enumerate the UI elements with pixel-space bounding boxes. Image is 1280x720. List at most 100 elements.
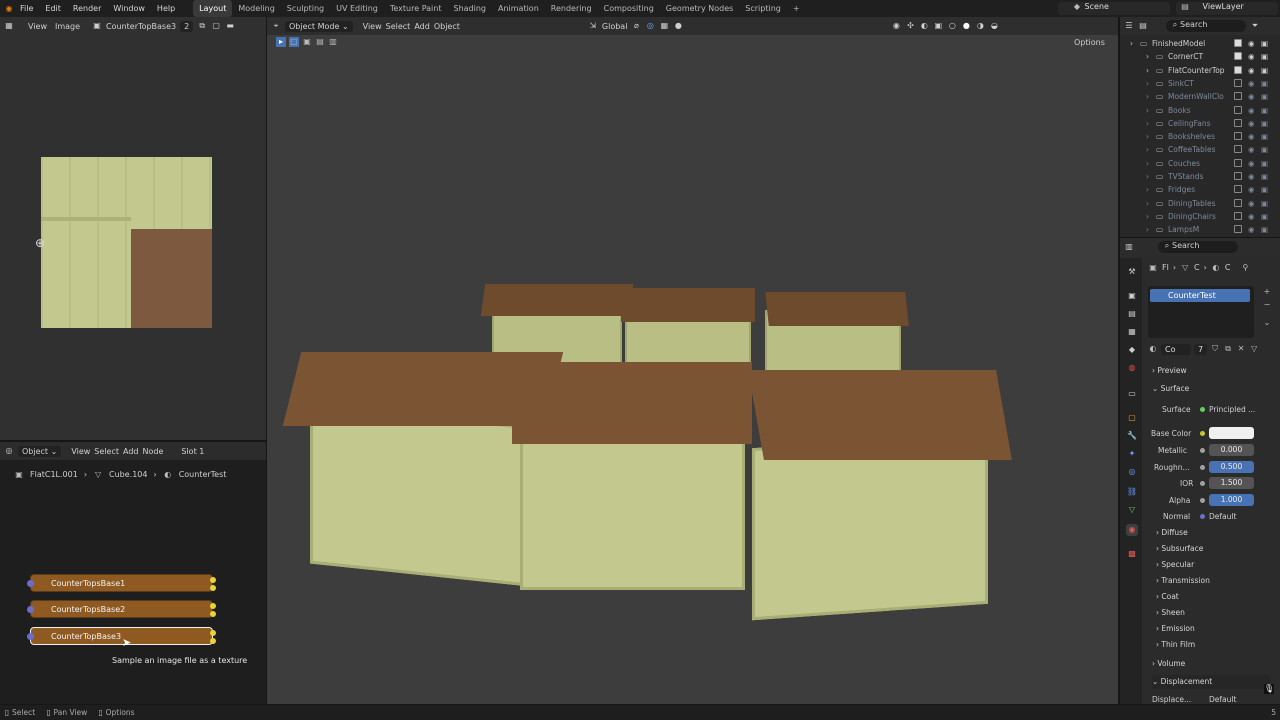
subsection-header[interactable]: › Coat	[1156, 590, 1274, 604]
properties-type-icon[interactable]: ▥	[1124, 242, 1134, 252]
eye-icon[interactable]: ◉	[1248, 157, 1255, 170]
expand-arrow-icon[interactable]: ›	[1146, 50, 1149, 63]
breadcrumb-mesh[interactable]: Cube.104	[109, 470, 147, 480]
ior-field[interactable]: 1.500	[1209, 477, 1254, 489]
menu-file[interactable]: File	[14, 0, 39, 17]
camera-icon[interactable]: ▣	[1261, 143, 1268, 156]
new-image-icon[interactable]: ▢	[211, 21, 221, 31]
slot-selector[interactable]: Slot 1	[181, 447, 204, 456]
outliner-row[interactable]: › ▭ FinishedModel ◉ ▣	[1124, 37, 1272, 50]
snap-grid-icon[interactable]: ▦	[659, 21, 669, 31]
node-node-menu[interactable]: Node	[142, 447, 163, 456]
base-color-socket-icon[interactable]	[1200, 431, 1205, 436]
material-tab-icon[interactable]: ◉	[1126, 524, 1138, 536]
exclude-checkbox[interactable]	[1234, 52, 1242, 61]
microphone-icon[interactable]: 🎙	[1264, 684, 1274, 694]
exclude-checkbox[interactable]	[1234, 145, 1242, 154]
preview-panel-header[interactable]: › Preview	[1152, 364, 1270, 378]
outliner-row[interactable]: › ▭ CoffeeTables ◉ ▣	[1124, 143, 1272, 156]
solid-shading-icon[interactable]: ●	[961, 21, 971, 31]
subsection-header[interactable]: › Specular	[1156, 558, 1274, 572]
normal-socket-icon[interactable]	[1200, 514, 1205, 519]
pivot-icon[interactable]: ⌀	[631, 21, 641, 31]
node-output-color-socket[interactable]	[210, 630, 216, 636]
world-tab-icon[interactable]: ◍	[1126, 362, 1138, 374]
select-tool-icon[interactable]: ▸	[276, 37, 286, 47]
collection-tab-icon[interactable]: ▭	[1126, 388, 1138, 400]
display-mode-icon[interactable]: ▤	[1138, 21, 1148, 31]
camera-icon[interactable]: ▣	[1261, 90, 1268, 103]
tab-shading[interactable]: Shading	[447, 0, 492, 17]
eye-icon[interactable]: ◉	[1248, 50, 1255, 63]
exclude-checkbox[interactable]	[1234, 92, 1242, 101]
camera-icon[interactable]: ▣	[1261, 157, 1268, 170]
eye-icon[interactable]: ◉	[1248, 170, 1255, 183]
remove-slot-icon[interactable]: −	[1262, 300, 1272, 310]
menu-window[interactable]: Window	[107, 0, 151, 17]
object-mode-dropdown[interactable]: Object Mode ⌄	[285, 20, 353, 32]
subsection-header[interactable]: › Sheen	[1156, 606, 1274, 620]
add-slot-icon[interactable]: +	[1262, 287, 1272, 297]
outliner-row[interactable]: › ▭ SinkCT ◉ ▣	[1124, 77, 1272, 90]
viewport-select-menu[interactable]: Select	[386, 22, 411, 31]
viewport-type-icon[interactable]: ⌖	[271, 21, 281, 31]
overlay-icon[interactable]: ◐	[919, 21, 929, 31]
select-subtract-icon[interactable]: ▤	[315, 37, 325, 47]
crumb-material[interactable]: C	[1225, 263, 1231, 273]
tab-compositing[interactable]: Compositing	[598, 0, 660, 17]
object-shader-dropdown[interactable]: Object ⌄	[18, 445, 62, 457]
exclude-checkbox[interactable]	[1234, 185, 1242, 194]
tab-layout[interactable]: Layout	[193, 0, 233, 17]
material-shading-icon[interactable]: ◑	[975, 21, 985, 31]
viewport-add-menu[interactable]: Add	[414, 22, 430, 31]
material-browse-icon[interactable]: ◐	[1148, 344, 1158, 354]
unlink-icon[interactable]: ✕	[1236, 344, 1246, 354]
alpha-field[interactable]: 1.000	[1209, 494, 1254, 506]
view-layer-selector[interactable]: ▤ ViewLayer	[1176, 2, 1278, 15]
expand-arrow-icon[interactable]: ›	[1146, 90, 1149, 103]
ior-socket-icon[interactable]	[1200, 481, 1205, 486]
exclude-checkbox[interactable]	[1234, 172, 1242, 180]
node-countertopsbase2[interactable]: CounterTopsBase2	[27, 600, 216, 618]
expand-arrow-icon[interactable]: ›	[1146, 77, 1149, 90]
orientation-dropdown[interactable]: Global	[602, 22, 628, 31]
image-view-menu[interactable]: View	[28, 22, 47, 31]
base-color-swatch[interactable]	[1209, 427, 1254, 439]
link-icon[interactable]: ▽	[1249, 344, 1259, 354]
subsection-header[interactable]: › Transmission	[1156, 574, 1274, 588]
exclude-checkbox[interactable]	[1234, 118, 1242, 127]
exclude-checkbox[interactable]	[1234, 132, 1242, 141]
surface-panel-header[interactable]: ⌄ Surface	[1152, 382, 1270, 396]
expand-arrow-icon[interactable]: ›	[1146, 170, 1149, 183]
roughness-field[interactable]: 0.500	[1209, 461, 1254, 473]
tab-texture-paint[interactable]: Texture Paint	[384, 0, 448, 17]
metallic-field[interactable]: 0.000	[1209, 444, 1254, 456]
image-image-menu[interactable]: Image	[55, 22, 80, 31]
node-output-alpha-socket[interactable]	[210, 638, 216, 644]
node-view-menu[interactable]: View	[71, 447, 90, 456]
expand-arrow-icon[interactable]: ›	[1146, 143, 1149, 156]
outliner-row[interactable]: › ▭ CeilingFans ◉ ▣	[1124, 117, 1272, 130]
outliner-row[interactable]: › ▭ Books ◉ ▣	[1124, 104, 1272, 117]
wireframe-shading-icon[interactable]: ○	[947, 21, 957, 31]
exclude-checkbox[interactable]	[1234, 105, 1242, 114]
outliner-row[interactable]: › ▭ DiningTables ◉ ▣	[1124, 197, 1272, 210]
outliner-search-input[interactable]: ⌕ Search	[1166, 20, 1246, 32]
crumb-object[interactable]: Fl	[1162, 263, 1169, 273]
camera-icon[interactable]: ▣	[1261, 37, 1268, 50]
outliner-row[interactable]: › ▭ Bookshelves ◉ ▣	[1124, 130, 1272, 143]
node-output-alpha-socket[interactable]	[210, 585, 216, 591]
camera-icon[interactable]: ▣	[1261, 104, 1268, 117]
tab-modeling[interactable]: Modeling	[232, 0, 280, 17]
node-output-alpha-socket[interactable]	[210, 611, 216, 617]
expand-arrow-icon[interactable]: ›	[1146, 197, 1149, 210]
outliner-row[interactable]: › ▭ CornerCT ◉ ▣	[1124, 50, 1272, 63]
eye-icon[interactable]: ◉	[1248, 90, 1255, 103]
eye-icon[interactable]: ◉	[1248, 77, 1255, 90]
object-tab-icon[interactable]: ▢	[1126, 412, 1138, 424]
breadcrumb-material[interactable]: CounterTest	[179, 470, 227, 480]
camera-icon[interactable]: ▣	[1261, 223, 1268, 236]
expand-arrow-icon[interactable]: ›	[1130, 37, 1133, 50]
scene-selector[interactable]: ◆ Scene	[1058, 2, 1170, 15]
slot-menu-icon[interactable]: ⌄	[1262, 318, 1272, 328]
